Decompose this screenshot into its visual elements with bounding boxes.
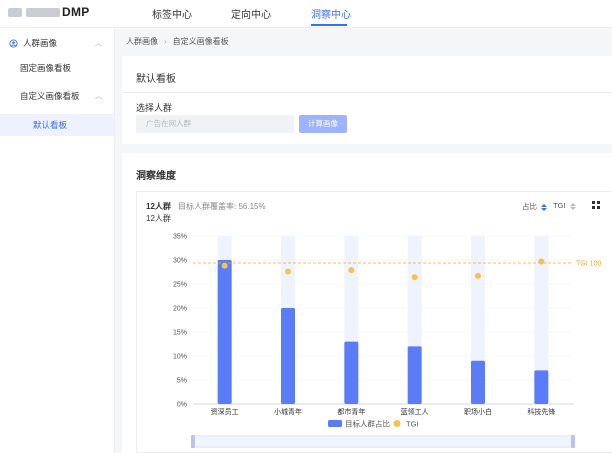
sort-by-ratio[interactable]: 占比 <box>522 201 548 212</box>
sidebar-item-label: 自定义画像看板 <box>20 91 80 101</box>
coverage-rate: 目标人群覆盖率: 56.15% <box>178 202 266 211</box>
compute-profile-button[interactable]: 计算画像 <box>299 115 347 133</box>
sidebar-item-label: 人群画像 <box>23 38 58 48</box>
chevron-up-icon: ︿ <box>95 93 102 100</box>
sidebar-item-custom-board[interactable]: 自定义画像看板 ︿ <box>0 85 114 107</box>
audience-select-input[interactable]: 广告在网人群 <box>136 115 294 133</box>
nav-tab-targeting-center[interactable]: 定向中心 <box>231 6 271 21</box>
top-navbar: DMP 标签中心 定向中心 洞察中心 <box>0 0 612 28</box>
app-logo[interactable]: DMP <box>62 5 90 19</box>
sort-label: TGI <box>553 201 566 210</box>
sidebar-item-label: 固定画像看板 <box>20 63 72 73</box>
sort-icon <box>569 202 576 210</box>
sidebar-item-audience-profile[interactable]: 人群画像 ︿ <box>0 32 114 54</box>
logo-mark <box>26 8 60 17</box>
logo-mark <box>8 8 22 17</box>
audience-icon <box>9 38 18 48</box>
group-name: 12人群 <box>146 202 171 211</box>
chart-panel <box>136 191 612 453</box>
select-audience-label: 选择人群 <box>136 103 173 113</box>
nav-tab-tag-center[interactable]: 标签中心 <box>152 6 192 21</box>
breadcrumb-current: 自定义画像看板 <box>172 37 229 46</box>
divider <box>122 92 612 93</box>
sort-by-tgi[interactable]: TGI <box>553 201 576 210</box>
active-tab-indicator <box>311 24 347 26</box>
sidebar: 人群画像 ︿ 固定画像看板 自定义画像看板 ︿ 默认看板 <box>0 28 115 453</box>
sort-icon <box>541 203 548 211</box>
sort-label: 占比 <box>522 202 537 211</box>
sidebar-item-default-board[interactable]: 默认看板 <box>0 114 114 136</box>
sidebar-item-fixed-board[interactable]: 固定画像看板 <box>0 57 114 79</box>
sidebar-item-label: 默认看板 <box>33 120 68 130</box>
insight-title: 洞察维度 <box>136 171 176 182</box>
group-sub-label: 12人群 <box>146 214 171 223</box>
grid-view-icon[interactable] <box>592 201 600 209</box>
chevron-up-icon: ︿ <box>95 40 102 47</box>
breadcrumb-item[interactable]: 人群画像 <box>126 37 158 46</box>
chevron-right-icon: › <box>164 37 167 46</box>
nav-tab-insight-center[interactable]: 洞察中心 <box>311 6 351 21</box>
board-title: 默认看板 <box>136 74 176 85</box>
breadcrumb: 人群画像 › 自定义画像看板 <box>126 36 229 47</box>
